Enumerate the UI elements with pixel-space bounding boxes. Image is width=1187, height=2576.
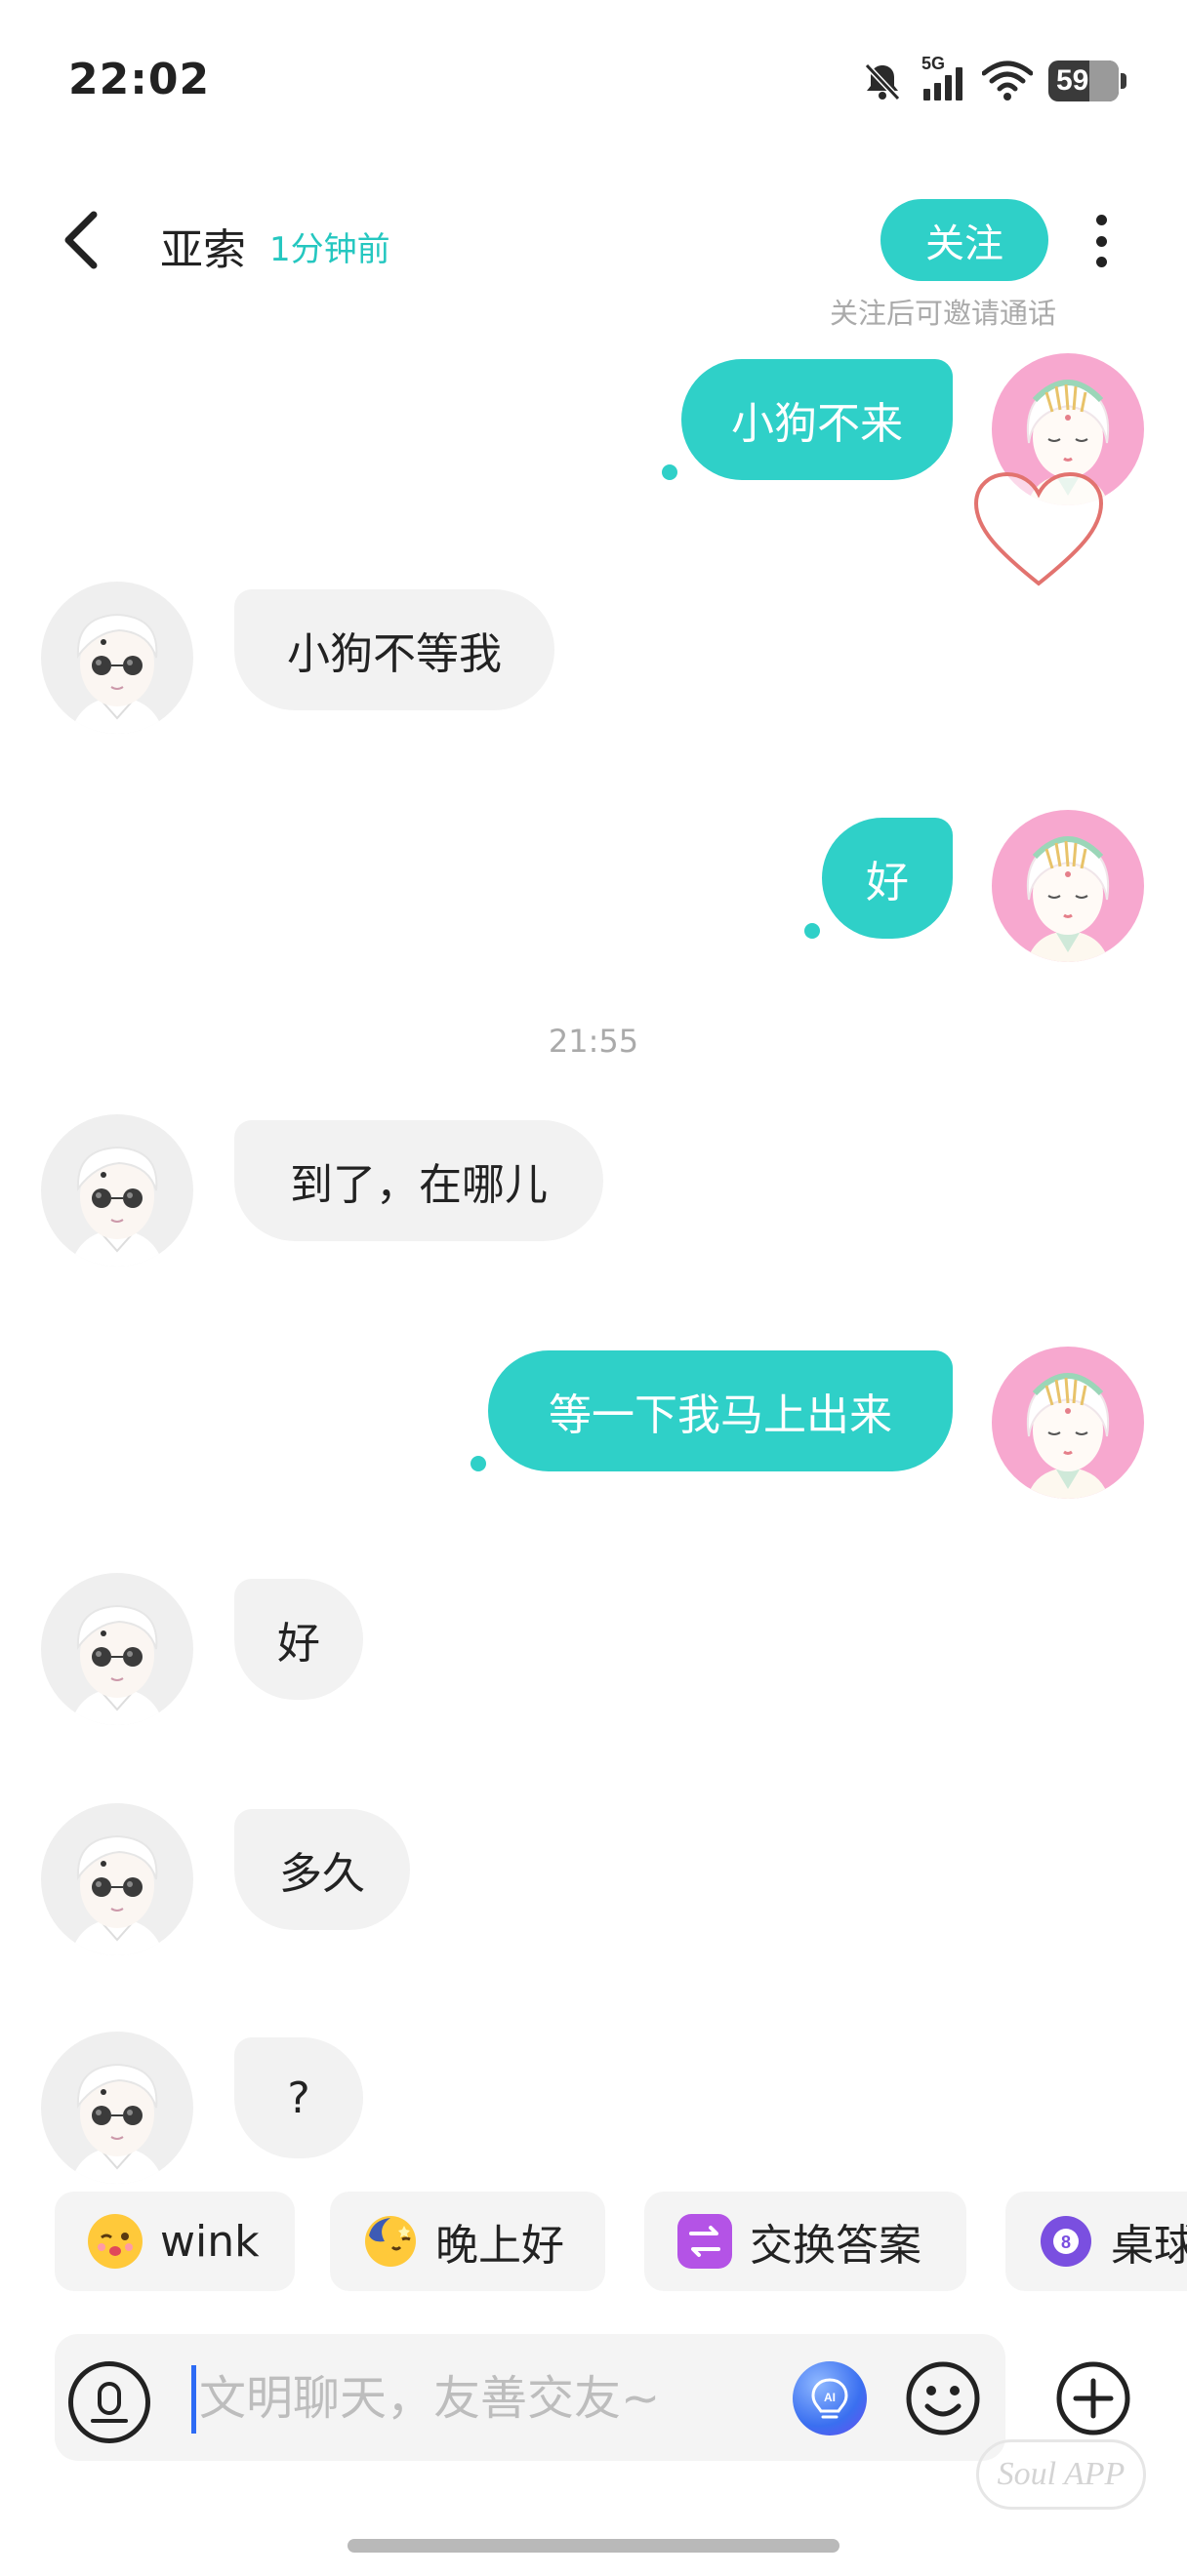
more-options-button[interactable] [1084, 209, 1119, 273]
smiley-icon [906, 2361, 980, 2435]
contact-avatar[interactable] [41, 582, 193, 734]
follow-button[interactable]: 关注 [880, 199, 1048, 281]
svg-text:8: 8 [1061, 2233, 1071, 2252]
status-time: 22:02 [68, 55, 211, 104]
home-indicator[interactable] [348, 2539, 839, 2553]
more-dot [1095, 215, 1107, 225]
read-indicator [804, 923, 820, 939]
contact-name[interactable]: 亚索 [160, 215, 246, 277]
quick-reply-label: 桌球 [1111, 2221, 1187, 2271]
outgoing-message[interactable]: 小狗不来 [681, 359, 953, 480]
moon-emoji-icon [363, 2214, 418, 2269]
contact-avatar[interactable] [41, 1803, 193, 1955]
quick-reply-wink[interactable]: wink [55, 2192, 295, 2291]
my-avatar[interactable] [992, 810, 1144, 962]
more-actions-button[interactable] [1054, 2359, 1132, 2437]
cellular-signal-icon: 5G [920, 54, 966, 102]
quick-reply-good-evening[interactable]: 晚上好 [330, 2192, 605, 2291]
my-avatar[interactable] [992, 1347, 1144, 1499]
text-caret [191, 2365, 196, 2434]
incoming-message[interactable]: 好 [234, 1579, 363, 1700]
chat-timestamp: 21:55 [548, 1023, 639, 1060]
plus-circle-icon [1056, 2361, 1130, 2435]
heart-icon[interactable] [970, 468, 1107, 589]
muted-bell-icon [861, 60, 904, 102]
incoming-message[interactable]: ? [234, 2037, 363, 2158]
microphone-icon [91, 2382, 128, 2423]
chevron-left-icon [64, 211, 98, 269]
contact-avatar[interactable] [41, 2032, 193, 2184]
read-indicator [662, 464, 677, 480]
battery-icon: 59 [1048, 60, 1126, 101]
back-button[interactable] [51, 205, 109, 275]
wifi-icon [982, 60, 1033, 102]
last-seen-status: 1分钟前 [269, 230, 390, 269]
svg-text:AI: AI [824, 2391, 836, 2404]
battery-empty-portion [1089, 60, 1119, 101]
status-icons: 5G 59 [861, 54, 1126, 105]
quick-reply-swap-answers[interactable]: 交换答案 [644, 2192, 966, 2291]
contact-avatar[interactable] [41, 1114, 193, 1267]
incoming-message[interactable]: 多久 [234, 1809, 410, 1930]
quick-reply-label: wink [160, 2216, 260, 2267]
more-dot [1095, 235, 1107, 247]
incoming-message[interactable]: 到了，在哪儿 [234, 1120, 603, 1241]
quick-reply-bar[interactable]: wink 晚上好 交换答案 8 桌球 [55, 2192, 1187, 2291]
quick-reply-label: 晚上好 [435, 2221, 564, 2271]
quick-reply-label: 交换答案 [750, 2221, 921, 2271]
contact-avatar[interactable] [41, 1573, 193, 1725]
billiard-ball-icon: 8 [1039, 2214, 1093, 2269]
wink-emoji-icon [88, 2214, 143, 2269]
follow-hint: 关注后可邀请通话 [829, 297, 1056, 330]
quick-reply-billiards[interactable]: 8 桌球 [1005, 2192, 1187, 2291]
swap-icon [677, 2214, 732, 2269]
ai-assistant-button[interactable]: AI [793, 2361, 867, 2435]
incoming-message[interactable]: 小狗不等我 [234, 589, 554, 710]
outgoing-message[interactable]: 好 [822, 818, 953, 939]
more-dot [1095, 257, 1107, 267]
message-input[interactable] [199, 2361, 765, 2435]
outgoing-message[interactable]: 等一下我马上出来 [488, 1350, 953, 1471]
ai-bulb-icon: AI [811, 2378, 848, 2419]
voice-input-button[interactable] [68, 2361, 150, 2443]
read-indicator [471, 1456, 486, 1471]
battery-level: 59 [1056, 64, 1089, 97]
app-watermark: Soul APP [976, 2439, 1146, 2510]
emoji-button[interactable] [904, 2359, 982, 2437]
